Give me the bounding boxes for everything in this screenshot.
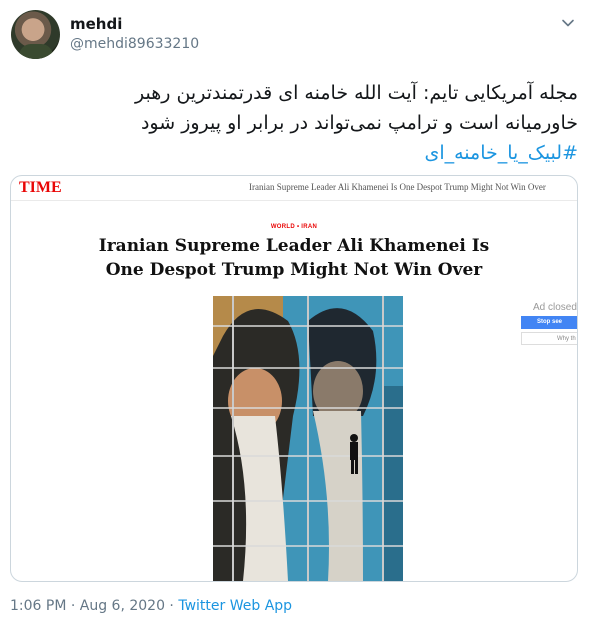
tweet-timestamp[interactable]: 1:06 PM · Aug 6, 2020 · [10,598,178,614]
link-card[interactable]: TIME Iranian Supreme Leader Ali Khamenei… [10,175,578,582]
site-header-headline: Iranian Supreme Leader Ali Khamenei Is O… [249,182,546,192]
ad-closed-label: Ad closed [533,302,577,313]
article-headline: Iranian Supreme Leader Ali Khamenei Is O… [11,234,577,282]
tweet-text-line: خاورمیانه است و ترامپ نمی‌تواند در برابر… [140,112,578,134]
article-kicker: WORLD • IRAN [270,224,318,230]
time-site-header: TIME Iranian Supreme Leader Ali Khamenei… [11,176,577,201]
tweet-text-line: مجله آمریکایی تایم: آیت الله خامنه ای قد… [135,82,578,104]
why-this-ad-button[interactable]: Why th [521,332,577,345]
author-handle[interactable]: @mehdi89633210 [70,36,199,52]
hashtag-link[interactable]: #لبیک_یا_خامنه_ای [424,142,578,164]
chevron-down-icon[interactable] [561,16,575,30]
time-logo: TIME [19,179,62,196]
avatar[interactable] [11,10,60,59]
article-headline-line: One Despot Trump Might Not Win Over [105,260,483,280]
tweet-text: مجله آمریکایی تایم: آیت الله خامنه ای قد… [20,78,578,168]
author-name[interactable]: mehdi [70,15,122,33]
ad-area: Ad closed Stop see Why th [509,296,577,356]
tweet-source-link[interactable]: Twitter Web App [178,598,292,614]
mural-image [213,296,403,581]
stop-seeing-ad-button[interactable]: Stop see [521,316,577,329]
tweet-header: mehdi @mehdi89633210 [0,0,593,64]
tweet-meta: 1:06 PM · Aug 6, 2020 · Twitter Web App [10,598,292,614]
article-headline-line: Iranian Supreme Leader Ali Khamenei Is [98,236,490,256]
